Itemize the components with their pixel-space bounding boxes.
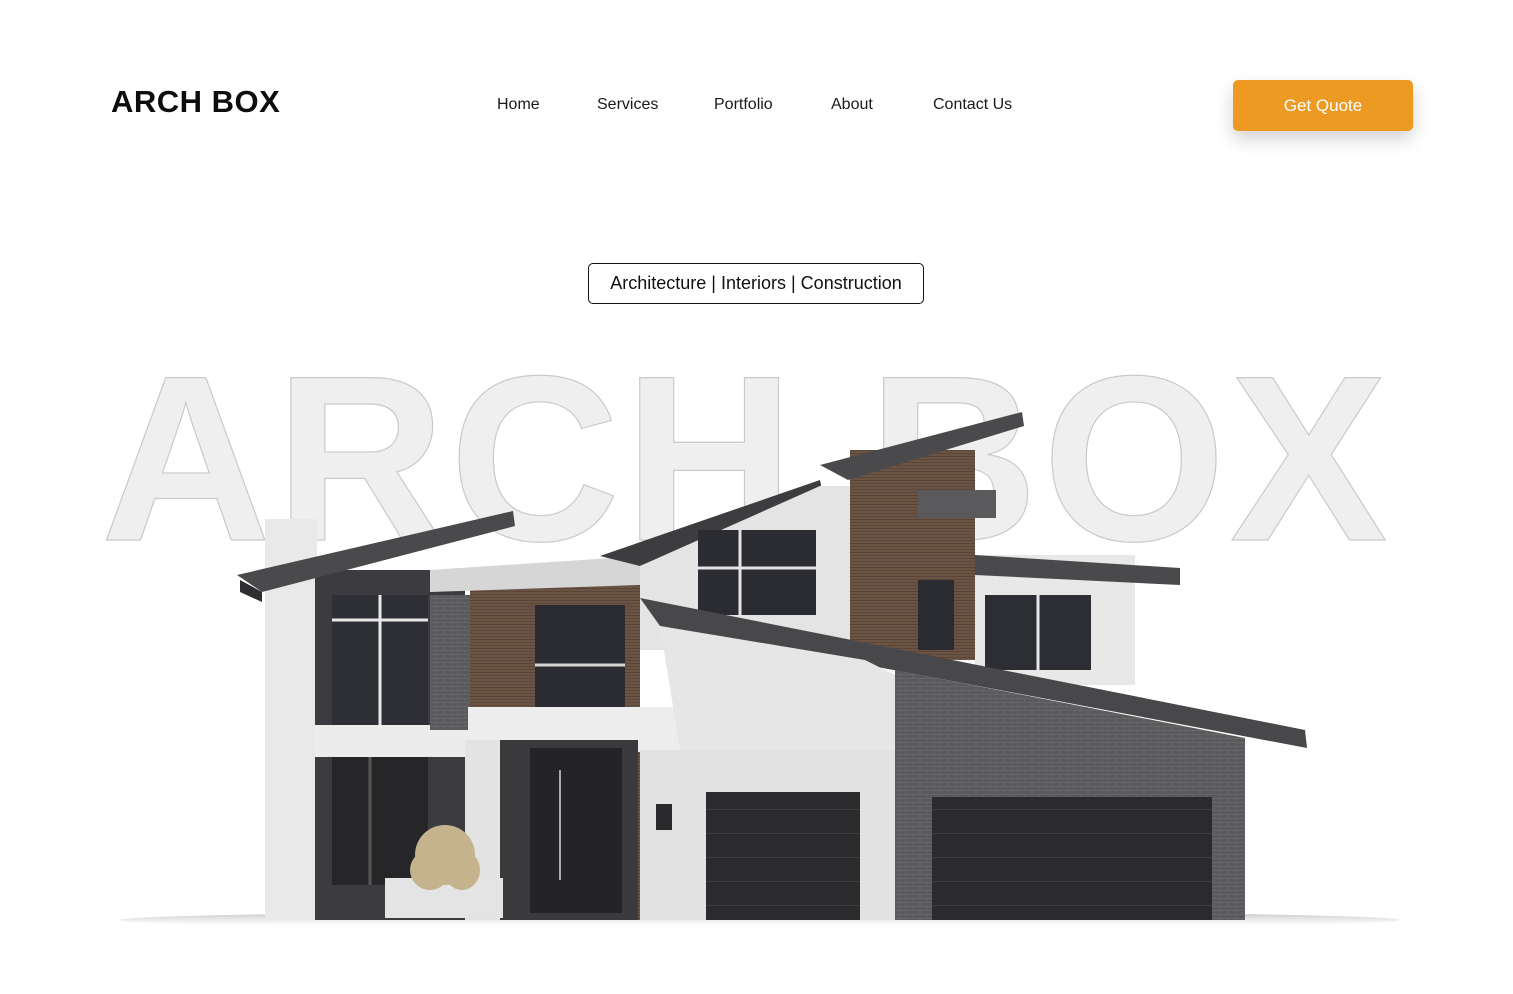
hero-tagline: Architecture | Interiors | Construction	[588, 263, 924, 304]
nav-services[interactable]: Services	[597, 95, 658, 115]
hero-section: ARCH BOX	[0, 330, 1513, 970]
nav-about[interactable]: About	[831, 95, 873, 115]
nav-home[interactable]: Home	[497, 95, 540, 115]
nav-contact-us[interactable]: Contact Us	[933, 95, 1012, 115]
get-quote-button[interactable]: Get Quote	[1233, 80, 1413, 131]
hero-illustration: ARCH BOX	[100, 330, 1400, 929]
nav-portfolio[interactable]: Portfolio	[714, 95, 773, 115]
